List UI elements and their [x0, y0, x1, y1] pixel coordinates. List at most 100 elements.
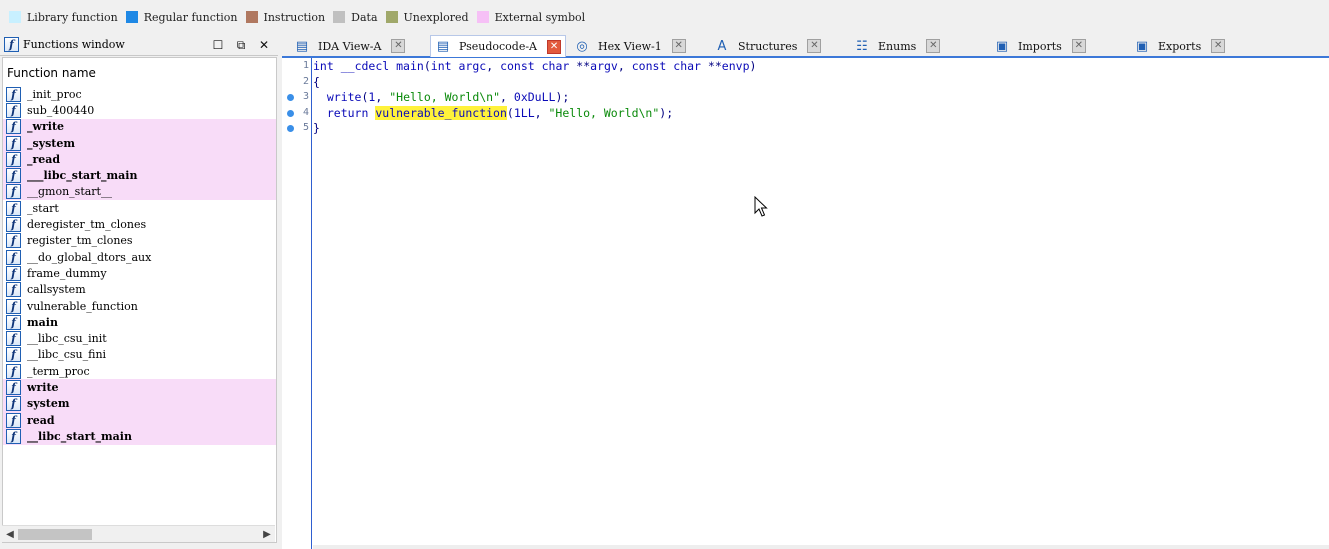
function-icon: f	[6, 249, 21, 265]
close-icon[interactable]: ✕	[256, 37, 272, 53]
tab-pseudocode-a[interactable]: ▤ Pseudocode-A ✕	[430, 35, 567, 57]
function-icon: f	[6, 86, 21, 102]
function-row[interactable]: f _read	[3, 151, 276, 168]
ida-view-icon: ▤	[295, 38, 309, 54]
function-row[interactable]: f main	[3, 314, 276, 330]
breakpoint-dot-icon[interactable]	[287, 94, 294, 101]
tab-exports[interactable]: ▣ Exports ✕	[1130, 35, 1229, 57]
line-number: 4	[302, 106, 309, 118]
legend-item: External symbol	[476, 11, 585, 24]
function-row[interactable]: f system	[3, 395, 276, 412]
function-row[interactable]: f __do_global_dtors_aux	[3, 249, 276, 265]
code-line[interactable]: return vulnerable_function(1LL, "Hello, …	[313, 105, 673, 122]
tab-enums[interactable]: ☷ Enums ✕	[850, 35, 944, 57]
horizontal-scrollbar[interactable]: ◀ ▶	[2, 525, 275, 542]
code-line[interactable]: write(1, "Hello, World\n", 0xDuLL);	[313, 90, 569, 106]
scroll-left-icon[interactable]: ◀	[2, 526, 18, 543]
tab-close-icon[interactable]: ✕	[547, 39, 562, 54]
function-name: __libc_csu_fini	[27, 348, 107, 362]
breakpoint-dot-icon[interactable]	[287, 125, 294, 132]
code-line[interactable]: {	[313, 75, 320, 91]
gutter-line: 2	[282, 75, 312, 91]
function-name: __gmon_start__	[27, 185, 112, 199]
function-row[interactable]: f __gmon_start__	[3, 183, 276, 201]
function-icon: f	[6, 347, 21, 363]
function-row[interactable]: f _write	[3, 118, 276, 135]
breakpoint-dot-icon[interactable]	[287, 109, 294, 117]
tab-label: Enums	[878, 39, 917, 53]
tab-label: Structures	[738, 39, 798, 53]
tab-ida-view-a[interactable]: ▤ IDA View-A ✕	[290, 35, 409, 57]
function-name: vulnerable_function	[27, 299, 138, 313]
tab-imports[interactable]: ▣ Imports ✕	[990, 35, 1090, 57]
function-name: _system	[27, 136, 75, 150]
function-icon: f	[4, 37, 19, 52]
function-icon: f	[6, 379, 21, 395]
function-row[interactable]: f register_tm_clones	[3, 233, 276, 249]
pseudocode-icon: ▤	[436, 39, 450, 54]
function-name: frame_dummy	[27, 266, 107, 280]
tab-structures[interactable]: A Structures ✕	[710, 35, 825, 57]
tab-hex-view-1[interactable]: ◎ Hex View-1 ✕	[570, 35, 690, 57]
function-icon: f	[6, 265, 21, 281]
tab-label: Hex View-1	[598, 39, 662, 53]
tab-close-icon[interactable]: ✕	[807, 39, 822, 53]
legend-swatch	[333, 11, 346, 23]
function-name: ___libc_start_main	[27, 169, 138, 183]
function-row[interactable]: f callsystem	[3, 282, 276, 298]
structures-icon: A	[717, 38, 727, 54]
legend-label: Library function	[27, 10, 118, 24]
function-name: callsystem	[27, 283, 86, 297]
function-row[interactable]: f vulnerable_function	[3, 298, 276, 314]
function-row[interactable]: f frame_dummy	[3, 265, 276, 281]
function-name-column-header[interactable]: Function name	[3, 58, 276, 86]
function-row[interactable]: f ___libc_start_main	[3, 167, 276, 184]
maximize-icon[interactable]: ☐	[210, 37, 226, 53]
function-name: __libc_csu_init	[27, 332, 107, 346]
float-window-icon[interactable]: ⧉	[233, 37, 249, 53]
function-row[interactable]: f _system	[3, 134, 276, 152]
legend-item: Data	[333, 11, 378, 24]
code-line[interactable]: int __cdecl main(int argc, const char **…	[313, 59, 756, 75]
scroll-right-icon[interactable]: ▶	[259, 526, 275, 543]
function-row[interactable]: f deregister_tm_clones	[3, 216, 276, 233]
function-row[interactable]: f sub_400440	[3, 102, 276, 118]
line-number: 2	[302, 75, 309, 87]
imports-icon: ▣	[995, 38, 1009, 54]
gutter-line: 4	[282, 106, 312, 122]
function-icon: f	[6, 184, 21, 200]
functions-window-title: Functions window	[23, 38, 125, 51]
hex-view-icon: ◎	[576, 38, 588, 54]
scrollbar-thumb[interactable]	[18, 529, 92, 540]
function-row[interactable]: f _term_proc	[3, 363, 276, 379]
tab-close-icon[interactable]: ✕	[391, 39, 406, 53]
function-icon: f	[6, 331, 21, 347]
legend-swatch	[125, 11, 138, 23]
tab-close-icon[interactable]: ✕	[671, 39, 686, 53]
tab-close-icon[interactable]: ✕	[1211, 39, 1226, 53]
function-name: sub_400440	[27, 103, 95, 117]
function-icon: f	[6, 151, 21, 167]
status-strip	[313, 545, 1329, 549]
line-number: 5	[302, 122, 309, 133]
tab-close-icon[interactable]: ✕	[926, 39, 941, 53]
function-row[interactable]: f __libc_csu_fini	[3, 347, 276, 363]
legend-swatch	[385, 11, 398, 23]
function-row[interactable]: f __libc_csu_init	[3, 330, 276, 347]
function-row[interactable]: f _start	[3, 200, 276, 216]
code-line[interactable]: }	[313, 121, 320, 137]
function-name: write	[27, 380, 59, 394]
tab-close-icon[interactable]: ✕	[1071, 39, 1086, 53]
function-icon: f	[6, 135, 21, 151]
function-icon: f	[6, 233, 21, 249]
function-icon: f	[6, 363, 21, 379]
function-row[interactable]: f _init_proc	[3, 86, 276, 102]
pseudocode-view[interactable]: 1 2 3 4 5 int __cdecl main(int argc, const c…	[282, 58, 1329, 549]
function-row[interactable]: f __libc_start_main	[3, 428, 276, 445]
function-row[interactable]: f write	[3, 379, 276, 396]
function-icon: f	[6, 412, 21, 428]
line-number: 1	[302, 60, 309, 71]
function-row[interactable]: f read	[3, 411, 276, 429]
function-name: read	[27, 413, 55, 427]
function-icon: f	[6, 314, 21, 330]
